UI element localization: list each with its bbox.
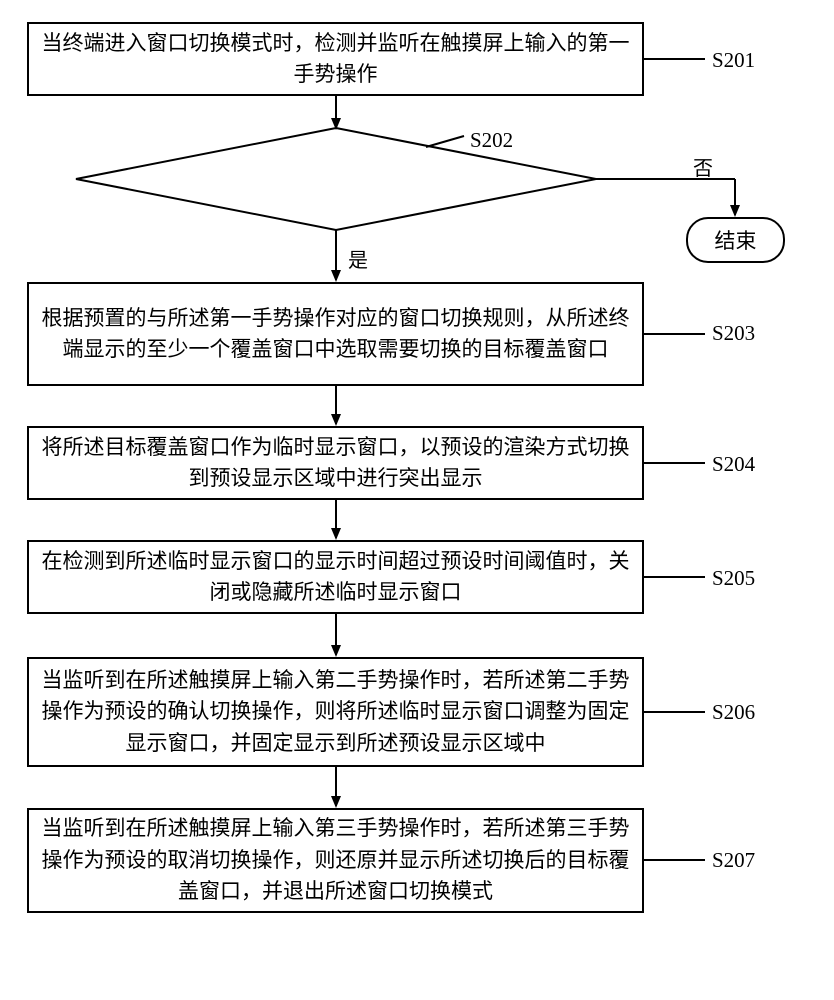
label-s204: S204 (712, 452, 755, 477)
edge-yes: 是 (348, 244, 368, 273)
terminator-end: 结束 (686, 217, 785, 263)
label-s207: S207 (712, 848, 755, 873)
step-s202-text: 判断所述第一手势操作是否为 预设的切换手势操作 (155, 152, 525, 215)
step-s201: 当终端进入窗口切换模式时，检测并监听在触摸屏上输入的第一手势操作 (27, 22, 644, 96)
edge-no: 否 (693, 152, 713, 181)
step-s204: 将所述目标覆盖窗口作为临时显示窗口，以预设的渲染方式切换到预设显示区域中进行突出… (27, 426, 644, 500)
step-s207-text: 当监听到在所述触摸屏上输入第三手势操作时，若所述第三手势操作为预设的取消切换操作… (39, 813, 632, 908)
terminator-end-text: 结束 (715, 225, 757, 255)
step-s206: 当监听到在所述触摸屏上输入第二手势操作时，若所述第二手势操作为预设的确认切换操作… (27, 657, 644, 767)
step-s203: 根据预置的与所述第一手势操作对应的窗口切换规则，从所述终端显示的至少一个覆盖窗口… (27, 282, 644, 386)
label-s202: S202 (470, 128, 513, 153)
step-s204-text: 将所述目标覆盖窗口作为临时显示窗口，以预设的渲染方式切换到预设显示区域中进行突出… (39, 432, 632, 495)
step-s203-text: 根据预置的与所述第一手势操作对应的窗口切换规则，从所述终端显示的至少一个覆盖窗口… (39, 303, 632, 366)
label-s203: S203 (712, 321, 755, 346)
label-s206: S206 (712, 700, 755, 725)
step-s205-text: 在检测到所述临时显示窗口的显示时间超过预设时间阈值时，关闭或隐藏所述临时显示窗口 (39, 546, 632, 609)
label-s201: S201 (712, 48, 755, 73)
label-s205: S205 (712, 566, 755, 591)
step-s201-text: 当终端进入窗口切换模式时，检测并监听在触摸屏上输入的第一手势操作 (39, 28, 632, 91)
step-s206-text: 当监听到在所述触摸屏上输入第二手势操作时，若所述第二手势操作为预设的确认切换操作… (39, 665, 632, 760)
step-s205: 在检测到所述临时显示窗口的显示时间超过预设时间阈值时，关闭或隐藏所述临时显示窗口 (27, 540, 644, 614)
step-s207: 当监听到在所述触摸屏上输入第三手势操作时，若所述第三手势操作为预设的取消切换操作… (27, 808, 644, 913)
